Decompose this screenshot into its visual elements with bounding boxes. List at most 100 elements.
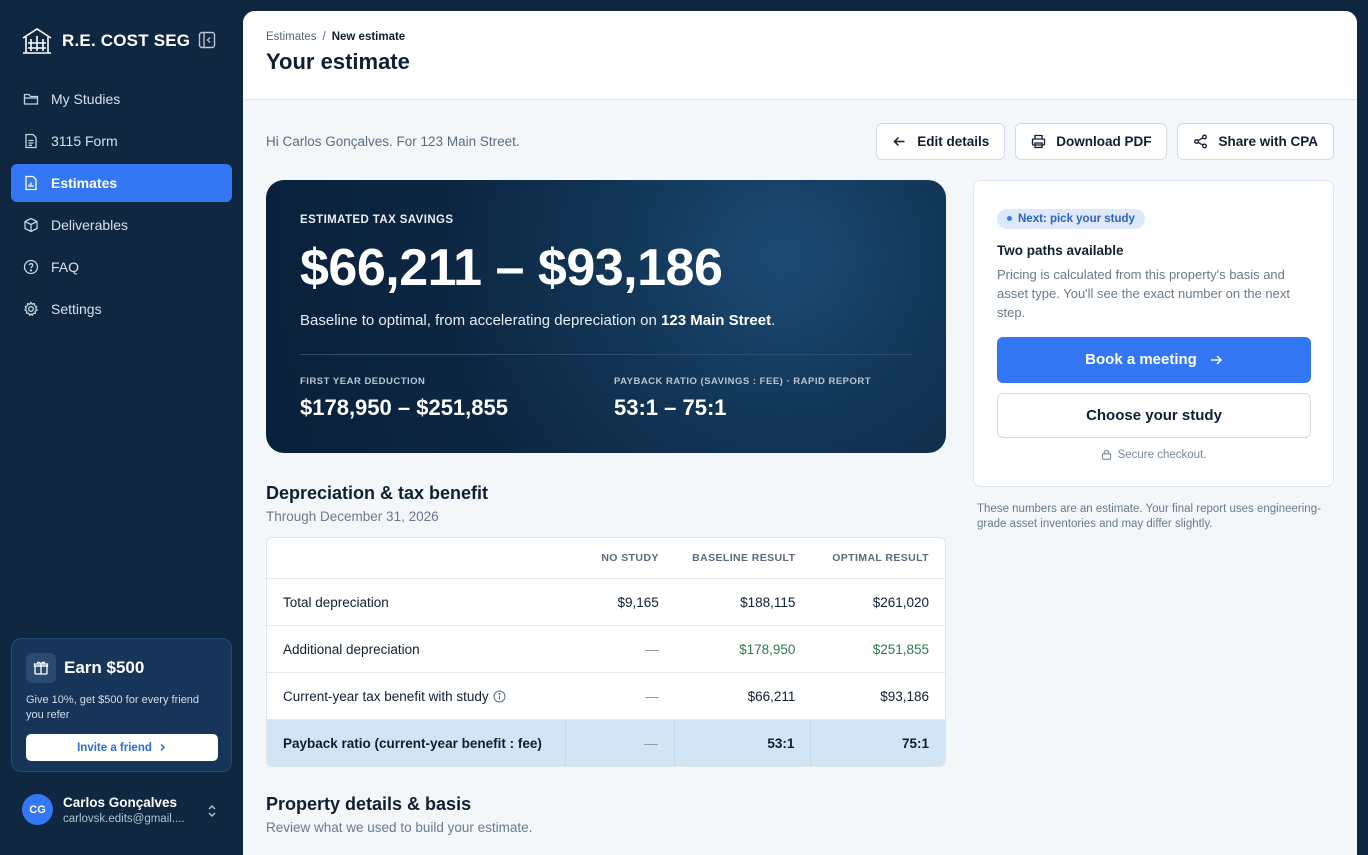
depreciation-table: NO STUDY BASELINE RESULT OPTIMAL RESULT … <box>266 537 946 767</box>
optimal-value: $251,855 <box>872 641 929 657</box>
download-pdf-button[interactable]: Download PDF <box>1015 123 1168 160</box>
invite-friend-label: Invite a friend <box>77 741 152 754</box>
document-icon <box>25 133 37 149</box>
column-header: OPTIMAL RESULT <box>832 552 929 564</box>
share-with-cpa-button[interactable]: Share with CPA <box>1177 123 1334 160</box>
stat-value: 53:1 – 75:1 <box>614 395 727 420</box>
book-meeting-button[interactable]: Book a meeting <box>997 336 1311 383</box>
next-step-title: Two paths available <box>997 242 1124 258</box>
main-panel: Estimates / New estimate Your estimate H… <box>243 11 1357 855</box>
sidebar-item-label: Deliverables <box>51 217 129 233</box>
referral-card: Earn $500 Give 10%, get $500 for every f… <box>11 638 232 772</box>
depreciation-section-title: Depreciation & tax benefit <box>266 483 489 503</box>
optimal-value: 75:1 <box>901 735 929 751</box>
stat-value: $178,950 – $251,855 <box>300 395 508 420</box>
sidebar-item-label: Estimates <box>51 175 118 191</box>
choose-study-label: Choose your study <box>1086 406 1222 424</box>
breadcrumb-estimates[interactable]: Estimates <box>266 31 317 43</box>
brand-name: R.E. COST SEG <box>62 31 191 50</box>
baseline-value: $66,211 <box>747 688 796 704</box>
estimated-savings-value: $66,211 – $93,186 <box>300 239 723 297</box>
sidebar: R.E. COST SEG My Studies 3115 Form Estim… <box>0 0 243 855</box>
share-with-cpa-label: Share with CPA <box>1218 134 1318 149</box>
edit-details-label: Edit details <box>917 134 990 149</box>
lock-icon <box>1101 450 1111 460</box>
baseline-value: $178,950 <box>739 641 796 657</box>
printer-icon <box>1032 134 1046 149</box>
page-header: Estimates / New estimate Your estimate <box>243 11 1357 100</box>
row-label: Payback ratio (current-year benefit : fe… <box>267 719 567 766</box>
stat-label: FIRST YEAR DEDUCTION <box>300 376 426 387</box>
download-pdf-label: Download PDF <box>1056 134 1152 149</box>
chevron-up-down-icon[interactable] <box>206 803 218 819</box>
sidebar-item-deliverables[interactable]: Deliverables <box>11 206 232 244</box>
building-logo-icon <box>22 28 52 54</box>
user-menu[interactable]: CG Carlos Gonçalves carlovsk.edits@gmail… <box>22 794 222 825</box>
depreciation-section-subtitle: Through December 31, 2026 <box>266 509 439 524</box>
estimate-disclaimer: These numbers are an estimate. Your fina… <box>977 503 1321 530</box>
baseline-value: $188,115 <box>740 594 796 610</box>
table-row: Current-year tax benefit with study — $6… <box>267 672 945 719</box>
no-study-value: $9,165 <box>617 594 659 610</box>
hero-label: ESTIMATED TAX SAVINGS <box>300 214 454 226</box>
sidebar-nav: My Studies 3115 Form Estimates Deliverab… <box>11 80 232 332</box>
sidebar-item-estimates[interactable]: Estimates <box>11 164 232 202</box>
optimal-value: $261,020 <box>872 594 929 610</box>
payback-ratio-stat: PAYBACK RATIO (SAVINGS : FEE) · RAPID RE… <box>614 376 871 421</box>
sidebar-item-settings[interactable]: Settings <box>11 290 232 328</box>
hero-subtitle: Baseline to optimal, from accelerating d… <box>300 312 776 329</box>
sidebar-item-label: Settings <box>51 301 102 317</box>
sidebar-item-3115-form[interactable]: 3115 Form <box>11 122 232 160</box>
status-badge: Next: pick your study <box>997 208 1145 229</box>
row-label-cell: Current-year tax benefit with study <box>267 689 566 704</box>
package-icon <box>24 217 38 233</box>
row-label: Current-year tax benefit with study <box>283 688 489 704</box>
no-study-value: — <box>645 641 659 657</box>
status-dot <box>1007 216 1012 221</box>
action-bar: Edit details Download PDF Share with CPA <box>876 123 1334 160</box>
sidebar-item-label: FAQ <box>51 259 80 275</box>
book-meeting-label: Book a meeting <box>1085 351 1197 368</box>
no-study-value: — <box>566 719 675 766</box>
first-year-deduction-stat: FIRST YEAR DEDUCTION $178,950 – $251,855 <box>300 376 508 421</box>
info-icon[interactable] <box>493 690 506 703</box>
arrow-left-icon <box>893 136 905 147</box>
avatar: CG <box>22 794 53 825</box>
chevron-right-icon <box>160 743 165 752</box>
breadcrumb: Estimates / New estimate <box>266 31 1334 43</box>
column-header: NO STUDY <box>601 552 659 564</box>
share-icon <box>1194 134 1208 149</box>
breadcrumb-separator: / <box>322 31 326 43</box>
edit-details-button[interactable]: Edit details <box>876 123 1006 160</box>
breadcrumb-current: New estimate <box>331 31 406 43</box>
brand[interactable]: R.E. COST SEG <box>20 24 190 58</box>
folder-icon <box>23 93 39 105</box>
row-label: Additional depreciation <box>283 641 420 657</box>
next-step-card: Next: pick your study Two paths availabl… <box>973 180 1334 487</box>
row-label: Total depreciation <box>283 594 389 610</box>
hero-address: 123 Main Street <box>661 312 772 329</box>
greeting-text: Hi Carlos Gonçalves. For 123 Main Street… <box>266 134 520 149</box>
gear-icon <box>24 301 38 317</box>
optimal-value: $93,186 <box>880 688 929 704</box>
tax-savings-hero: ESTIMATED TAX SAVINGS $66,211 – $93,186 … <box>266 180 946 453</box>
gift-icon <box>26 653 56 683</box>
referral-description: Give 10%, get $500 for every friend you … <box>26 694 200 721</box>
choose-study-button[interactable]: Choose your study <box>997 392 1311 438</box>
user-email: carlovsk.edits@gmail.... <box>63 812 185 825</box>
sidebar-item-faq[interactable]: FAQ <box>11 248 232 286</box>
chart-document-icon <box>25 175 37 191</box>
sidebar-item-my-studies[interactable]: My Studies <box>11 80 232 118</box>
baseline-value: 53:1 <box>675 719 812 766</box>
table-row: Total depreciation $9,165 $188,115 $261,… <box>267 578 945 625</box>
secure-checkout-note: Secure checkout. <box>997 449 1310 461</box>
no-study-value: — <box>645 688 659 704</box>
referral-title: Earn $500 <box>64 658 145 677</box>
table-header-row: NO STUDY BASELINE RESULT OPTIMAL RESULT <box>267 538 945 578</box>
property-section-title: Property details & basis <box>266 794 472 814</box>
invite-friend-button[interactable]: Invite a friend <box>26 734 218 761</box>
property-section-subtitle: Review what we used to build your estima… <box>266 820 533 835</box>
table-row: Additional depreciation — $178,950 $251,… <box>267 625 945 672</box>
collapse-sidebar-icon[interactable] <box>198 31 216 49</box>
page-title: Your estimate <box>266 49 410 74</box>
